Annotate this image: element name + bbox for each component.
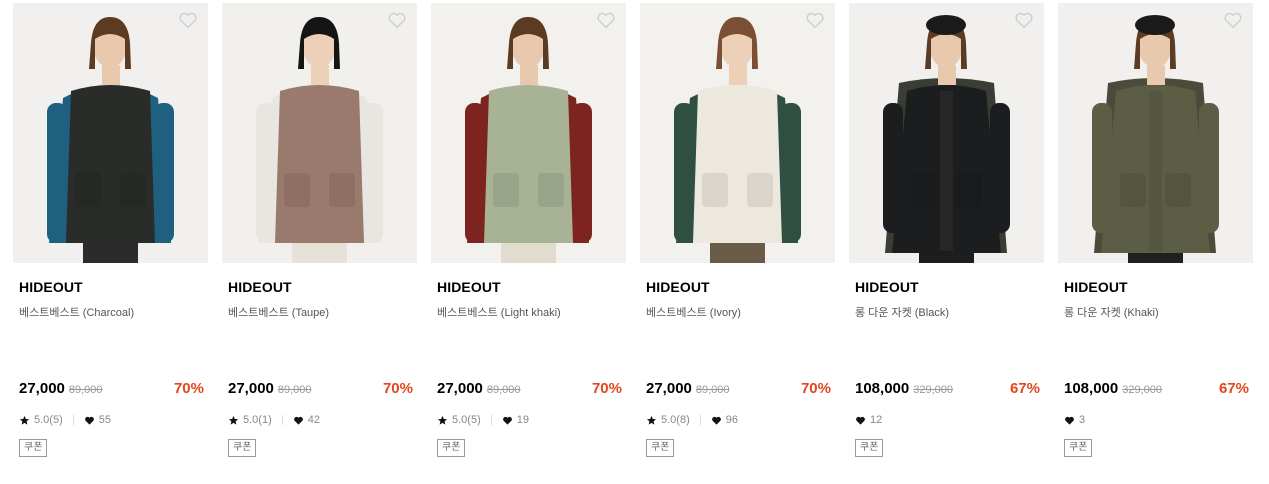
heart-icon <box>293 416 303 425</box>
rating: 5.0(5) <box>452 414 481 426</box>
price: 108,000 329,000 <box>1064 380 1162 397</box>
rating: 5.0(5) <box>34 414 63 426</box>
price: 27,000 89,000 <box>228 380 312 397</box>
price: 27,000 89,000 <box>437 380 521 397</box>
original-price: 89,000 <box>277 384 312 396</box>
star-icon <box>646 415 657 425</box>
heart-outline-icon[interactable] <box>805 11 825 29</box>
original-price: 329,000 <box>913 384 953 396</box>
brand-name[interactable]: HIDEOUT <box>855 279 919 295</box>
product-meta: 5.0(1) 42 <box>228 414 320 426</box>
discount-rate: 67% <box>1009 380 1040 397</box>
product-grid: HIDEOUT 베스트베스트 (Charcoal) 27,000 89,000 7… <box>13 3 1255 481</box>
heart-outline-icon[interactable] <box>1014 11 1034 29</box>
product-image[interactable] <box>431 3 626 263</box>
sale-price: 27,000 <box>19 380 65 397</box>
heart-outline-icon[interactable] <box>178 11 198 29</box>
product-meta: 5.0(5) 55 <box>19 414 111 426</box>
original-price: 89,000 <box>68 384 103 396</box>
price: 27,000 89,000 <box>19 380 103 397</box>
sale-price: 27,000 <box>646 380 692 397</box>
sale-price: 27,000 <box>228 380 274 397</box>
star-icon <box>228 415 239 425</box>
model-photo <box>256 17 383 263</box>
like-count: 19 <box>516 414 529 426</box>
product-card[interactable]: HIDEOUT 롱 다운 자켓 (Khaki) 108,000 329,000 6… <box>1058 3 1253 481</box>
coupon-badge[interactable]: 쿠폰 <box>19 439 48 457</box>
product-card[interactable]: HIDEOUT 베스트베스트 (Taupe) 27,000 89,000 70% … <box>222 3 417 481</box>
discount-rate: 70% <box>800 380 831 397</box>
product-card[interactable]: HIDEOUT 베스트베스트 (Light khaki) 27,000 89,00… <box>431 3 626 481</box>
divider <box>72 415 74 425</box>
heart-outline-icon[interactable] <box>596 11 616 29</box>
coupon-badge[interactable]: 쿠폰 <box>228 439 257 457</box>
like-count: 42 <box>307 414 320 426</box>
sale-price: 108,000 <box>1064 380 1119 397</box>
heart-outline-icon[interactable] <box>387 11 407 29</box>
like-count: 3 <box>1079 414 1086 426</box>
model-photo <box>1092 15 1219 263</box>
coupon-badge[interactable]: 쿠폰 <box>1064 439 1093 457</box>
original-price: 89,000 <box>695 384 730 396</box>
divider <box>281 415 283 425</box>
coupon-badge[interactable]: 쿠폰 <box>646 439 675 457</box>
original-price: 89,000 <box>486 384 521 396</box>
product-name[interactable]: 베스트베스트 (Taupe) <box>228 304 329 320</box>
product-image[interactable] <box>1058 3 1253 263</box>
product-name[interactable]: 롱 다운 자켓 (Khaki) <box>1064 304 1159 320</box>
model-photo <box>883 15 1010 263</box>
product-name[interactable]: 롱 다운 자켓 (Black) <box>855 304 949 320</box>
rating: 5.0(1) <box>243 414 272 426</box>
brand-name[interactable]: HIDEOUT <box>437 279 501 295</box>
heart-icon <box>502 416 512 425</box>
product-meta: 12 <box>855 414 882 426</box>
product-card[interactable]: HIDEOUT 베스트베스트 (Ivory) 27,000 89,000 70% … <box>640 3 835 481</box>
price: 27,000 89,000 <box>646 380 730 397</box>
sale-price: 27,000 <box>437 380 483 397</box>
divider <box>699 415 701 425</box>
brand-name[interactable]: HIDEOUT <box>646 279 710 295</box>
like-count: 12 <box>870 414 883 426</box>
model-photo <box>47 17 174 263</box>
coupon-badge[interactable]: 쿠폰 <box>437 439 466 457</box>
coupon-badge[interactable]: 쿠폰 <box>855 439 884 457</box>
product-card[interactable]: HIDEOUT 롱 다운 자켓 (Black) 108,000 329,000 6… <box>849 3 1044 481</box>
sale-price: 108,000 <box>855 380 910 397</box>
like-count: 96 <box>725 414 738 426</box>
product-meta: 5.0(5) 19 <box>437 414 529 426</box>
product-meta: 5.0(8) 96 <box>646 414 738 426</box>
product-image[interactable] <box>849 3 1044 263</box>
heart-icon <box>856 416 865 425</box>
star-icon <box>19 415 30 425</box>
brand-name[interactable]: HIDEOUT <box>1064 279 1128 295</box>
heart-icon <box>711 416 721 425</box>
discount-rate: 70% <box>382 380 413 397</box>
original-price: 329,000 <box>1122 384 1162 396</box>
like-count: 55 <box>98 414 111 426</box>
model-photo <box>465 17 592 263</box>
product-meta: 3 <box>1064 414 1085 426</box>
discount-rate: 70% <box>591 380 622 397</box>
brand-name[interactable]: HIDEOUT <box>19 279 83 295</box>
product-card[interactable]: HIDEOUT 베스트베스트 (Charcoal) 27,000 89,000 7… <box>13 3 208 481</box>
discount-rate: 70% <box>173 380 204 397</box>
heart-outline-icon[interactable] <box>1223 11 1243 29</box>
brand-name[interactable]: HIDEOUT <box>228 279 292 295</box>
discount-rate: 67% <box>1218 380 1249 397</box>
heart-icon <box>84 416 94 425</box>
divider <box>490 415 492 425</box>
star-icon <box>437 415 448 425</box>
product-name[interactable]: 베스트베스트 (Ivory) <box>646 304 741 320</box>
product-name[interactable]: 베스트베스트 (Charcoal) <box>19 304 134 320</box>
product-name[interactable]: 베스트베스트 (Light khaki) <box>437 304 561 320</box>
price: 108,000 329,000 <box>855 380 953 397</box>
product-image[interactable] <box>13 3 208 263</box>
model-photo <box>674 17 801 263</box>
rating: 5.0(8) <box>661 414 690 426</box>
product-image[interactable] <box>222 3 417 263</box>
product-image[interactable] <box>640 3 835 263</box>
heart-icon <box>1065 416 1074 425</box>
